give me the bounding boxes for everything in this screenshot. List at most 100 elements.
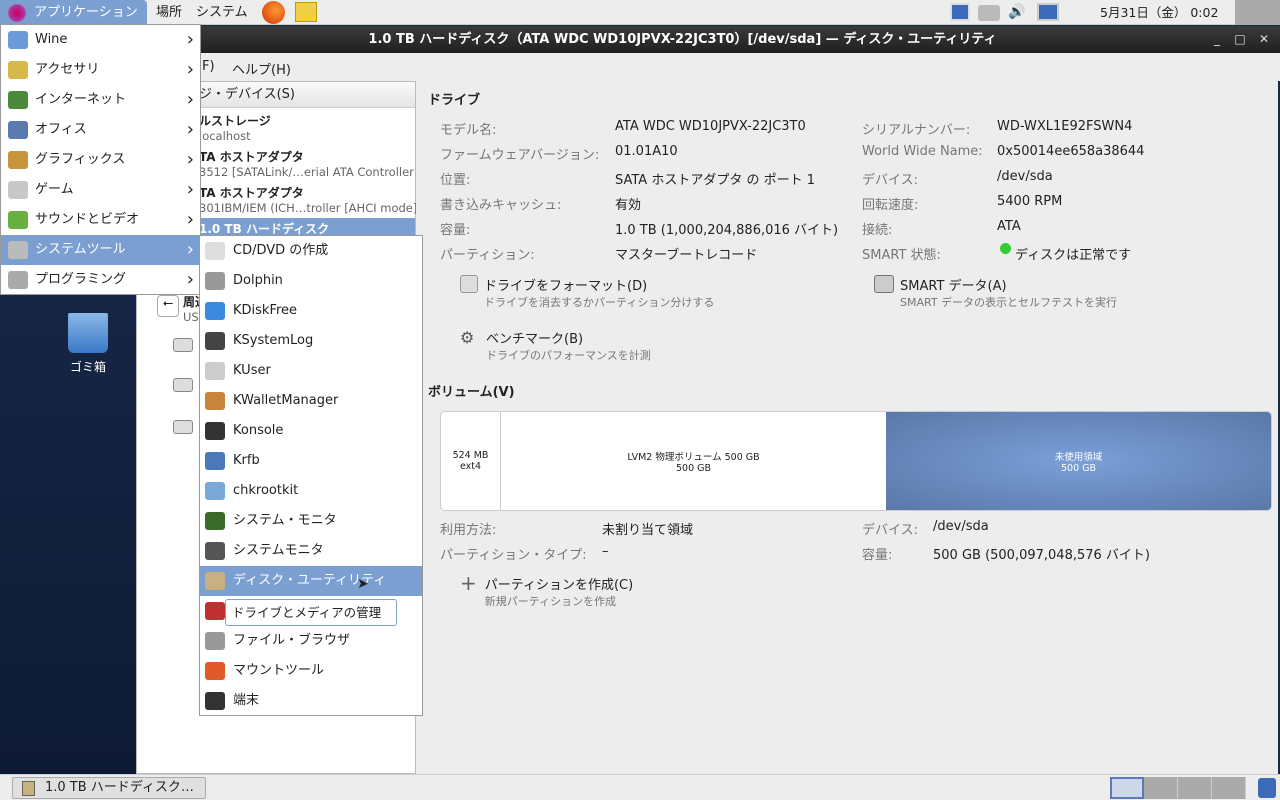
disk-icon[interactable] xyxy=(173,420,193,434)
menu-help[interactable]: ヘルプ(H) xyxy=(232,59,291,78)
menu-item-label: KWalletManager xyxy=(233,393,339,408)
disk-icon[interactable] xyxy=(173,338,193,352)
drive-field-value: ディスクは正常です xyxy=(1015,248,1132,263)
menu-file[interactable]: F) xyxy=(202,59,215,74)
maximize-button[interactable]: □ xyxy=(1228,26,1252,53)
drive-field-value: 0x50014ee658a38644 xyxy=(997,144,1145,159)
drive-field-value: 5400 RPM xyxy=(997,194,1063,209)
system-tool-item[interactable]: KUser xyxy=(200,356,422,386)
app-menu-item[interactable]: サウンドとビデオ › xyxy=(1,205,200,235)
app-icon xyxy=(205,542,225,560)
system-tool-item[interactable]: ディスク・ユーティリティ xyxy=(200,566,422,596)
system-tool-item[interactable]: KDiskFree xyxy=(200,296,422,326)
places-menu[interactable]: 場所 xyxy=(150,0,188,25)
minimize-button[interactable]: _ xyxy=(1205,26,1229,53)
usage-label: 利用方法: xyxy=(440,523,497,538)
app-menu-item[interactable]: システムツール › xyxy=(1,235,200,265)
menu-item-label: ゲーム xyxy=(35,182,74,197)
keyboard-icon[interactable] xyxy=(978,5,1000,21)
workspace-4[interactable] xyxy=(1212,777,1246,799)
workspace-3[interactable] xyxy=(1178,777,1212,799)
format-drive-button[interactable]: ドライブをフォーマット(D) ドライブを消去するかパーティション分けする xyxy=(460,275,714,310)
firefox-icon[interactable] xyxy=(262,1,285,24)
partition-type-value: – xyxy=(602,544,609,559)
drive-field-label: ファームウェアバージョン: xyxy=(440,148,600,163)
disk-icon[interactable] xyxy=(173,378,193,392)
system-tool-item[interactable]: chkrootkit xyxy=(200,476,422,506)
smart-data-button[interactable]: SMART データ(A) SMART データの表示とセルフテストを実行 xyxy=(874,275,1117,310)
app-icon xyxy=(205,242,225,260)
system-tool-item[interactable]: CD/DVD の作成 xyxy=(200,236,422,266)
volume-segment-ext4[interactable]: 524 MB ext4 xyxy=(441,412,501,510)
system-tool-item[interactable]: システム・モニタ xyxy=(200,506,422,536)
menu-item-label: chkrootkit xyxy=(233,483,299,498)
trash-applet-icon[interactable] xyxy=(1258,778,1276,798)
display-icon[interactable] xyxy=(950,3,970,21)
top-panel: アプリケーション 場所 システム 🔊 5月31日（金） 0:02 xyxy=(0,0,1280,25)
system-tool-item[interactable]: Konsole xyxy=(200,416,422,446)
clock[interactable]: 5月31日（金） 0:02 xyxy=(1100,0,1218,25)
app-menu-item[interactable]: グラフィックス › xyxy=(1,145,200,175)
menu-item-label: アクセサリ xyxy=(35,62,100,77)
fedora-logo-icon xyxy=(8,4,26,22)
system-menu[interactable]: システム xyxy=(190,0,254,25)
close-button[interactable]: ✕ xyxy=(1252,26,1276,53)
app-menu-item[interactable]: ゲーム › xyxy=(1,175,200,205)
user-avatar[interactable] xyxy=(1235,0,1280,25)
create-partition-button[interactable]: + パーティションを作成(C) 新規パーティションを作成 xyxy=(460,573,633,609)
app-icon xyxy=(205,392,225,410)
workspace-1[interactable] xyxy=(1110,777,1144,799)
tree-item-host-adapter[interactable]: TA ホストアダプタ 301IBM/IEM (ICH…troller [AHCI … xyxy=(199,184,417,215)
chevron-right-icon: › xyxy=(186,209,194,230)
app-icon xyxy=(205,422,225,440)
drive-field-value: ATA WDC WD10JPVX-22JC3T0 xyxy=(615,119,806,134)
category-icon xyxy=(8,91,28,109)
device-value: /dev/sda xyxy=(933,519,989,534)
app-menu-item[interactable]: オフィス › xyxy=(1,115,200,145)
mouse-cursor-icon: ➤ xyxy=(357,576,369,592)
trash-icon[interactable] xyxy=(68,313,108,353)
menu-item-label: システム・モニタ xyxy=(233,513,337,528)
category-icon xyxy=(8,151,28,169)
taskbar-window-button[interactable]: 1.0 TB ハードディスク… xyxy=(12,777,206,799)
app-icon xyxy=(205,662,225,680)
app-menu-item[interactable]: インターネット › xyxy=(1,85,200,115)
app-menu-item[interactable]: アクセサリ › xyxy=(1,55,200,85)
applications-menu-button[interactable]: アプリケーション xyxy=(0,0,147,25)
menu-item-label: プログラミング xyxy=(35,272,127,287)
drive-field-label: デバイス: xyxy=(862,173,918,188)
app-icon xyxy=(205,362,225,380)
system-tool-item[interactable]: ファイル・ブラウザ xyxy=(200,626,422,656)
tree-item-host-adapter[interactable]: TA ホストアダプタ 3512 [SATALink/…erial ATA Cont… xyxy=(199,148,414,179)
workspace-2[interactable] xyxy=(1144,777,1178,799)
volume-segment-lvm2[interactable]: LVM2 物理ボリューム 500 GB 500 GB xyxy=(501,412,886,510)
menu-item-label: マウントツール xyxy=(233,663,325,678)
chevron-right-icon: › xyxy=(186,149,194,170)
drive-field-label: SMART 状態: xyxy=(862,248,941,263)
usage-value: 未割り当て領域 xyxy=(602,523,694,538)
app-icon xyxy=(205,692,225,710)
system-tool-item[interactable]: Dolphin xyxy=(200,266,422,296)
window-title: 1.0 TB ハードディスク（ATA WDC WD10JPVX-22JC3T0）… xyxy=(368,32,997,47)
system-tool-item[interactable]: システムモニタ xyxy=(200,536,422,566)
system-tools-submenu: CD/DVD の作成 Dolphin KDiskFree KSystemLog KUse… xyxy=(199,235,423,716)
system-tool-item[interactable]: KWalletManager xyxy=(200,386,422,416)
app-menu-item[interactable]: プログラミング › xyxy=(1,265,200,295)
volume-icon[interactable]: 🔊 xyxy=(1008,4,1026,21)
notes-icon[interactable] xyxy=(295,2,317,22)
menu-item-label: KSystemLog xyxy=(233,333,314,348)
system-tool-item[interactable]: KSystemLog xyxy=(200,326,422,356)
system-tool-item[interactable]: 端末 xyxy=(200,686,422,716)
drive-field-label: World Wide Name: xyxy=(862,144,983,159)
network-icon[interactable] xyxy=(1037,3,1059,21)
system-tool-item[interactable]: Krfb xyxy=(200,446,422,476)
app-menu-item[interactable]: Wine › xyxy=(1,25,200,55)
system-tool-item[interactable]: マウントツール xyxy=(200,656,422,686)
app-icon xyxy=(205,272,225,290)
benchmark-button[interactable]: ⚙ ベンチマーク(B) ドライブのパフォーマンスを計測 xyxy=(460,328,651,363)
drive-field-value: WD-WXL1E92FSWN4 xyxy=(997,119,1133,134)
tree-item-local-storage[interactable]: ルストレージ localhost xyxy=(199,112,271,143)
chevron-right-icon: › xyxy=(186,269,194,290)
volume-segment-free-space[interactable]: 未使用領域 500 GB xyxy=(886,412,1271,510)
disk-utility-icon xyxy=(22,781,35,796)
